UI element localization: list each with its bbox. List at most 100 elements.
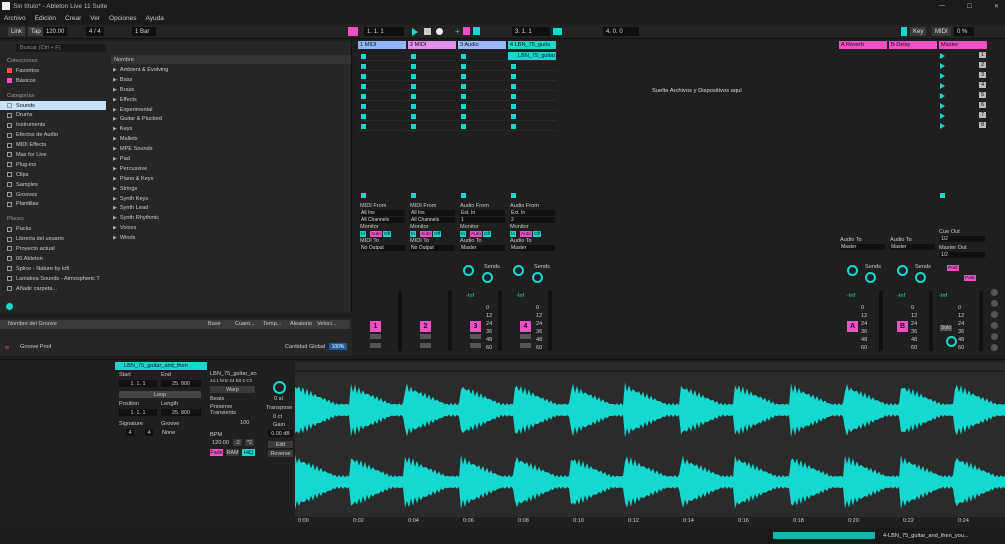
groove-col-velocity[interactable]: Veloci... (317, 321, 337, 327)
category-instruments[interactable]: Instruments (0, 120, 106, 130)
routing-select[interactable]: Master (460, 245, 505, 251)
scene-launch-icon[interactable] (940, 103, 945, 109)
post-button[interactable]: Post (947, 265, 959, 271)
category-drums[interactable]: Drums (0, 110, 106, 120)
half-tempo-button[interactable]: :2 (233, 439, 242, 446)
groove-col-timing[interactable]: Temp... (263, 321, 281, 327)
clip-slot-button-icon[interactable] (411, 104, 416, 109)
browser-item[interactable]: ▶ Synth Rhythmic (111, 213, 351, 223)
clip-slot-button-icon[interactable] (411, 94, 416, 99)
routing-select[interactable]: Master (510, 245, 555, 251)
browser-item[interactable]: ▶ Ambient & Evolving (111, 65, 351, 75)
overdub-icon[interactable]: + (455, 27, 460, 36)
hiq-button[interactable]: HiQ (242, 449, 255, 456)
send-a-knob[interactable] (463, 265, 474, 276)
track-activator[interactable]: 2 (420, 321, 431, 332)
expand-triangle-icon[interactable]: ▶ (113, 126, 117, 132)
track-activator[interactable]: 3 (470, 321, 481, 332)
clip-slot-button-icon[interactable] (361, 64, 366, 69)
loop-start-field[interactable]: 3. 1. 1 (512, 27, 550, 36)
monitor-option[interactable]: Off (433, 231, 442, 237)
clip-slot-button-icon[interactable] (361, 94, 366, 99)
expand-triangle-icon[interactable]: ▶ (113, 97, 117, 103)
monitor-option[interactable]: Off (483, 231, 492, 237)
browser-item[interactable]: ▶ Mallets (111, 134, 351, 144)
expand-triangle-icon[interactable]: ▶ (113, 176, 117, 182)
monitor-option[interactable]: Auto (370, 231, 382, 237)
warp-mode-select[interactable]: Beats (210, 396, 224, 402)
mixer-section-toggle-icon[interactable] (991, 289, 998, 296)
track-header[interactable]: 2 MIDI (408, 41, 456, 49)
monitor-option[interactable]: Off (383, 231, 392, 237)
expand-triangle-icon[interactable]: ▶ (113, 107, 117, 113)
browser-item[interactable]: ▶ Strings (111, 184, 351, 194)
loop-length-field[interactable]: 4. 0. 0 (603, 27, 639, 36)
category-clips[interactable]: Clips (0, 170, 106, 180)
warp-button[interactable]: Warp (210, 386, 255, 393)
master-out-select[interactable]: 1/2 (940, 252, 985, 258)
automation-arm-icon[interactable] (462, 27, 470, 35)
clip-slot-button-icon[interactable] (461, 84, 466, 89)
browser-item[interactable]: ▶ Effects (111, 95, 351, 105)
expand-triangle-icon[interactable]: ▶ (113, 116, 117, 122)
browser-column-header[interactable]: Nombre (111, 55, 351, 64)
collection-basicos[interactable]: Básicos (0, 76, 106, 86)
clip-slot-button-icon[interactable] (411, 84, 416, 89)
waveform-display[interactable] (295, 372, 1005, 517)
place-packs[interactable]: Packs (0, 224, 106, 234)
send-a-knob[interactable] (513, 265, 524, 276)
stop-clips-icon[interactable] (361, 193, 366, 198)
timeline-ruler[interactable]: 0:00 0:02 0:04 0:06 0:08 0:10 0:12 0:14 0:16 0:18… (295, 517, 1005, 527)
menu-archivo[interactable]: Archivo (4, 15, 26, 22)
signature-denominator[interactable]: 4 (145, 429, 153, 436)
category-templates[interactable]: Plantillas (0, 199, 106, 209)
clip-slot-button-icon[interactable] (461, 74, 466, 79)
mixer-section-toggle-icon[interactable] (991, 322, 998, 329)
place-folder-laniakea[interactable]: Laniakea Sounds - Atmospheric T (0, 274, 106, 284)
clip-name-field[interactable]: LBN_75_guitar_and_then (115, 362, 207, 370)
key-map-icon[interactable] (901, 27, 907, 36)
clip-slot-button-icon[interactable] (361, 114, 366, 119)
expand-triangle-icon[interactable]: ▶ (113, 136, 117, 142)
browser-item[interactable]: ▶ Winds (111, 233, 351, 243)
clip-slot-button-icon[interactable] (461, 114, 466, 119)
clip-slot-button-icon[interactable] (461, 54, 466, 59)
routing-select[interactable]: All Ins (360, 210, 405, 216)
volume-inf[interactable]: -Inf (897, 293, 905, 299)
cue-volume-knob[interactable] (946, 336, 957, 347)
length-field[interactable]: 25. 800 (161, 409, 201, 416)
start-field[interactable]: 1. 1. 1 (119, 380, 157, 387)
session-record-icon[interactable] (472, 27, 480, 35)
transpose-knob[interactable] (273, 381, 286, 394)
groove-col-random[interactable]: Aleatorio (290, 321, 312, 327)
solo-button[interactable] (370, 334, 381, 339)
monitor-option[interactable]: Auto (470, 231, 482, 237)
routing-select[interactable]: No Output (360, 245, 405, 251)
routing-select[interactable]: Master (890, 244, 935, 250)
track-header[interactable]: 4 LBN_75_guita (508, 41, 556, 49)
scene-number[interactable]: 5 (979, 92, 987, 98)
solo-button[interactable] (470, 334, 481, 339)
browser-item[interactable]: ▶ Bass (111, 75, 351, 85)
scene-launch-icon[interactable] (940, 113, 945, 119)
menu-crear[interactable]: Crear (65, 15, 81, 22)
clip-slot-button-icon[interactable] (461, 94, 466, 99)
clip-slot-button-icon[interactable] (411, 74, 416, 79)
track-activator[interactable]: 4 (520, 321, 531, 332)
category-plugins[interactable]: Plug-ins (0, 160, 106, 170)
detune-value[interactable]: 0 ct (273, 414, 282, 420)
clip-slot-button-icon[interactable] (511, 64, 516, 69)
return-activator[interactable]: B (897, 321, 908, 332)
groove-col-quant[interactable]: Cuant... (235, 321, 255, 327)
ratio-field[interactable]: 100 (240, 420, 249, 426)
mixer-section-toggle-icon[interactable] (991, 311, 998, 318)
browser-item[interactable]: ▶ Piano & Keys (111, 174, 351, 184)
browser-item[interactable]: ▶ Experimental (111, 105, 351, 115)
clip-slot-button-icon[interactable] (361, 54, 366, 59)
browser-search-input[interactable]: Buscar (Ctrl + F) (16, 44, 106, 52)
send-b-knob[interactable] (915, 272, 926, 283)
category-max-for-live[interactable]: Max for Live (0, 150, 106, 160)
clip-slot-button-icon[interactable] (511, 114, 516, 119)
expand-triangle-icon[interactable]: ▶ (113, 156, 117, 162)
minimize-button[interactable]: — (939, 3, 945, 9)
